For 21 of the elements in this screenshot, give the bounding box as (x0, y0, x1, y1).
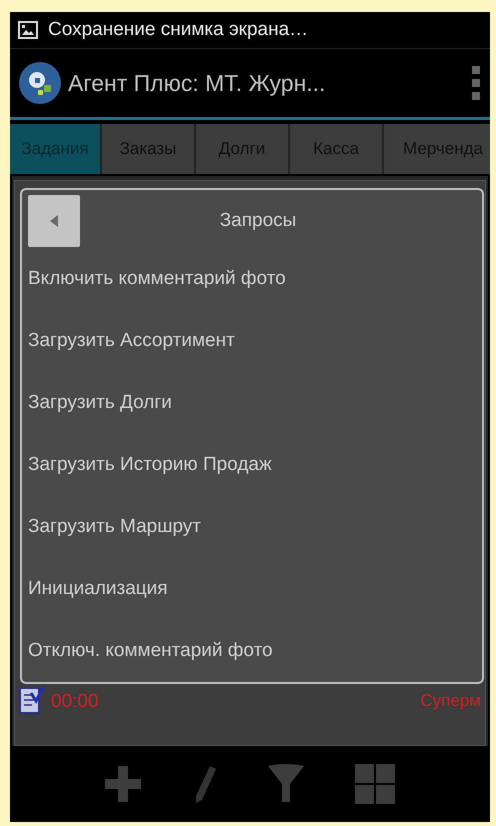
notification-text: Сохранение снимка экрана… (48, 19, 308, 41)
back-button[interactable] (28, 195, 80, 247)
menu-item[interactable]: Загрузить Ассортимент (22, 310, 482, 372)
menu-item[interactable]: Загрузить Историю Продаж (22, 434, 482, 496)
app-title: Агент Плюс: МТ. Журн... (68, 70, 326, 96)
time-text: 00:00 (51, 691, 100, 713)
dialog-title: Запросы (218, 210, 298, 232)
menu-item[interactable]: Загрузить Маршрут (22, 496, 482, 558)
overflow-menu-icon[interactable] (472, 66, 480, 100)
checklist-icon (19, 685, 45, 715)
app-logo-icon[interactable] (18, 61, 62, 105)
table-cell: Суперм (420, 691, 481, 711)
menu-item[interactable]: Загрузить Долги (22, 372, 482, 434)
menu-item[interactable]: Включить комментарий фото (22, 248, 482, 310)
filter-icon[interactable] (268, 764, 304, 804)
image-icon (18, 21, 38, 39)
add-icon[interactable] (105, 766, 142, 802)
menu-item[interactable]: Отключ. комментарий фото (22, 620, 482, 682)
menu-item[interactable]: Инициализация (22, 558, 482, 620)
left-arrow-icon (50, 215, 58, 227)
grid-icon[interactable] (354, 764, 395, 804)
